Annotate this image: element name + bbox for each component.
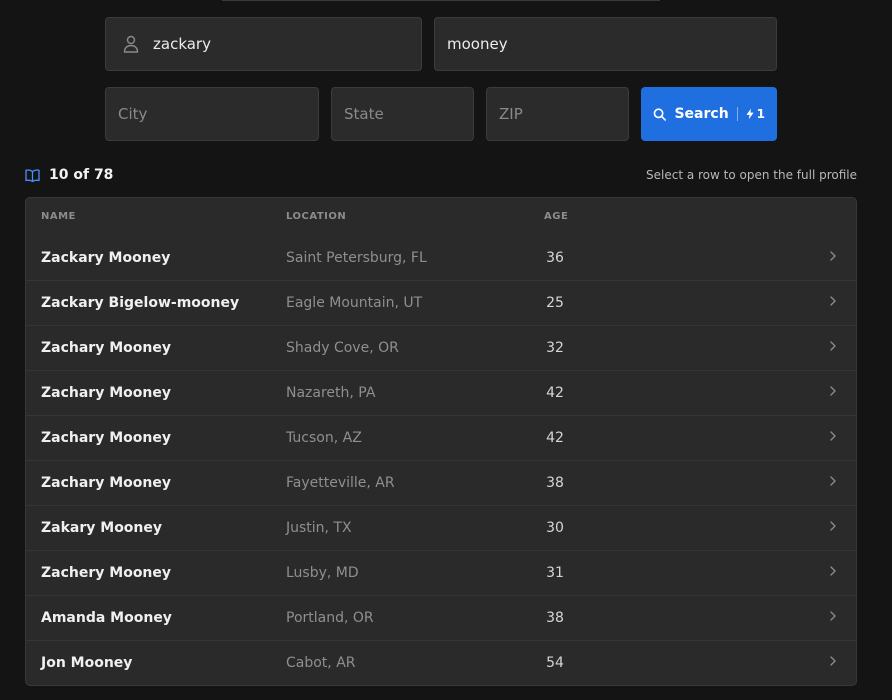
chevron-right-icon[interactable] bbox=[828, 609, 838, 623]
row-age: 32 bbox=[546, 340, 564, 356]
search-button-label: Search bbox=[674, 106, 729, 122]
credit-cost: 1 bbox=[756, 107, 765, 121]
row-name: Zackary Bigelow-mooney bbox=[41, 295, 240, 311]
table-row[interactable]: Zachary Mooney Nazareth, PA 42 bbox=[26, 371, 856, 416]
row-location: Cabot, AR bbox=[286, 655, 356, 671]
book-icon bbox=[25, 168, 40, 182]
row-age: 42 bbox=[546, 385, 564, 401]
search-button-divider bbox=[736, 107, 738, 121]
column-header-location: LOCATION bbox=[286, 211, 347, 222]
chevron-right-icon[interactable] bbox=[828, 519, 838, 533]
row-location: Lusby, MD bbox=[286, 565, 359, 581]
results-summary: 10 of 78 bbox=[25, 167, 113, 183]
row-name: Jon Mooney bbox=[41, 655, 133, 671]
table-row[interactable]: Zachary Mooney Shady Cove, OR 32 bbox=[26, 326, 856, 371]
chevron-right-icon[interactable] bbox=[828, 474, 838, 488]
row-name: Zachary Mooney bbox=[41, 340, 171, 356]
row-age: 54 bbox=[546, 655, 564, 671]
row-name: Zachery Mooney bbox=[41, 565, 172, 581]
row-age: 38 bbox=[546, 610, 564, 626]
table-row[interactable]: Amanda Mooney Portland, OR 38 bbox=[26, 596, 856, 641]
row-location: Eagle Mountain, UT bbox=[286, 295, 423, 311]
last-name-field[interactable] bbox=[434, 17, 777, 71]
table-row[interactable]: Zackary Bigelow-mooney Eagle Mountain, UT… bbox=[26, 281, 856, 326]
city-field[interactable] bbox=[105, 87, 319, 141]
chevron-right-icon[interactable] bbox=[828, 294, 838, 308]
table-row[interactable]: Jon Mooney Cabot, AR 54 bbox=[26, 641, 856, 685]
column-header-age: AGE bbox=[544, 211, 569, 222]
row-name: Zachary Mooney bbox=[41, 475, 171, 491]
person-icon bbox=[123, 35, 139, 53]
table-header: NAME LOCATION AGE bbox=[26, 198, 856, 236]
city-input[interactable] bbox=[118, 105, 318, 123]
lightning-icon bbox=[746, 108, 754, 120]
row-location: Shady Cove, OR bbox=[286, 340, 399, 356]
results-count: 10 of 78 bbox=[49, 167, 114, 183]
results-bar: 10 of 78 Select a row to open the full p… bbox=[25, 165, 857, 185]
row-location: Fayetteville, AR bbox=[286, 475, 395, 491]
row-location: Portland, OR bbox=[286, 610, 374, 626]
row-location: Justin, TX bbox=[286, 520, 352, 536]
chevron-right-icon[interactable] bbox=[828, 249, 838, 263]
chevron-right-icon[interactable] bbox=[828, 384, 838, 398]
last-name-input[interactable] bbox=[447, 35, 776, 53]
row-name: Zackary Mooney bbox=[41, 250, 171, 266]
table-row[interactable]: Zakary Mooney Justin, TX 30 bbox=[26, 506, 856, 551]
table-body: Zackary Mooney Saint Petersburg, FL 36 Zack… bbox=[26, 236, 856, 685]
zip-field[interactable] bbox=[486, 87, 629, 141]
search-button[interactable]: Search 1 bbox=[641, 87, 777, 141]
row-age: 25 bbox=[546, 295, 564, 311]
row-location: Saint Petersburg, FL bbox=[286, 250, 427, 266]
row-location: Tucson, AZ bbox=[286, 430, 362, 446]
table-row[interactable]: Zachary Mooney Fayetteville, AR 38 bbox=[26, 461, 856, 506]
zip-input[interactable] bbox=[499, 105, 628, 123]
search-icon bbox=[653, 107, 667, 121]
chevron-right-icon[interactable] bbox=[828, 429, 838, 443]
row-age: 30 bbox=[546, 520, 564, 536]
row-name: Zachary Mooney bbox=[41, 385, 171, 401]
table-row[interactable]: Zachary Mooney Tucson, AZ 42 bbox=[26, 416, 856, 461]
row-age: 36 bbox=[546, 250, 564, 266]
chevron-right-icon[interactable] bbox=[828, 564, 838, 578]
row-location: Nazareth, PA bbox=[286, 385, 376, 401]
table-row[interactable]: Zackary Mooney Saint Petersburg, FL 36 bbox=[26, 236, 856, 281]
results-hint: Select a row to open the full profile bbox=[646, 168, 857, 182]
state-field[interactable] bbox=[331, 87, 474, 141]
row-age: 31 bbox=[546, 565, 564, 581]
row-age: 38 bbox=[546, 475, 564, 491]
row-name: Zakary Mooney bbox=[41, 520, 163, 536]
row-name: Zachary Mooney bbox=[41, 430, 171, 446]
table-row[interactable]: Zachery Mooney Lusby, MD 31 bbox=[26, 551, 856, 596]
results-table: NAME LOCATION AGE Zackary Mooney Saint Pe… bbox=[25, 197, 857, 686]
chevron-right-icon[interactable] bbox=[828, 654, 838, 668]
top-divider bbox=[222, 0, 660, 1]
chevron-right-icon[interactable] bbox=[828, 339, 838, 353]
first-name-input[interactable] bbox=[153, 35, 421, 53]
row-name: Amanda Mooney bbox=[41, 610, 172, 626]
column-header-name: NAME bbox=[41, 211, 76, 222]
state-input[interactable] bbox=[344, 105, 473, 123]
first-name-field[interactable] bbox=[105, 17, 422, 71]
row-age: 42 bbox=[546, 430, 564, 446]
